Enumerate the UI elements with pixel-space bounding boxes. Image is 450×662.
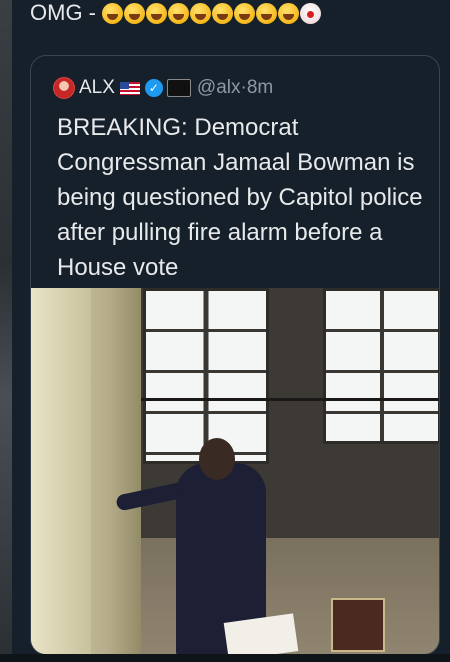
- affiliate-badge-icon[interactable]: [166, 79, 191, 97]
- rolling-laughing-emoji-icon: [278, 2, 299, 24]
- verified-badge-icon: ✓: [144, 79, 163, 97]
- rolling-laughing-emoji-icon: [102, 2, 123, 24]
- us-flag-icon: [119, 81, 140, 95]
- avatar[interactable]: [53, 77, 75, 99]
- rolling-laughing-emoji-icon: [234, 2, 255, 24]
- rolling-laughing-emoji-icon: [256, 2, 277, 24]
- author-handle[interactable]: @alx: [197, 77, 241, 99]
- quoted-tweet-card[interactable]: ALX ✓ @alx · 8m BREAKING: Democrat Congr…: [30, 55, 440, 655]
- tweet-media-image[interactable]: [31, 288, 439, 654]
- sign: [331, 598, 385, 652]
- emoji-row: [102, 2, 322, 24]
- rolling-laughing-emoji-icon: [190, 2, 211, 24]
- post-text-label: OMG -: [30, 0, 96, 25]
- pillar: [31, 288, 91, 654]
- clown-emoji-icon: [300, 2, 321, 24]
- rolling-laughing-emoji-icon: [146, 2, 167, 24]
- background-strip: [0, 0, 12, 662]
- bottom-bar: [0, 654, 450, 662]
- quoted-tweet-header: ALX ✓ @alx · 8m: [53, 76, 273, 100]
- rolling-laughing-emoji-icon: [168, 2, 189, 24]
- window: [323, 288, 439, 444]
- person-head: [199, 438, 235, 480]
- post-text: OMG -: [30, 0, 322, 26]
- quoted-tweet-body: BREAKING: Democrat Congressman Jamaal Bo…: [57, 114, 423, 281]
- timestamp[interactable]: 8m: [247, 77, 273, 99]
- window: [143, 288, 269, 464]
- author-name[interactable]: ALX: [79, 77, 115, 99]
- rolling-laughing-emoji-icon: [124, 2, 145, 24]
- rolling-laughing-emoji-icon: [212, 2, 233, 24]
